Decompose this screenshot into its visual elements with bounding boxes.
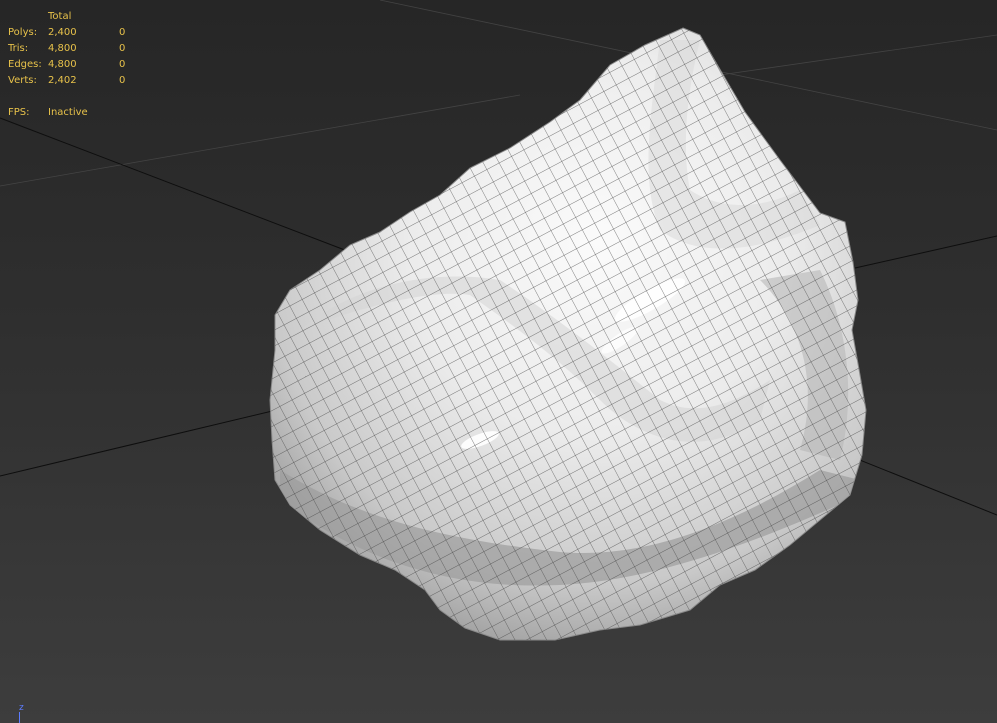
fps-label: FPS: <box>8 107 30 118</box>
axis-gizmo[interactable]: z <box>17 703 29 723</box>
z-axis-icon <box>19 712 20 723</box>
scene-canvas[interactable] <box>0 0 997 723</box>
stats-label: Verts: <box>8 75 37 86</box>
rock-mesh[interactable] <box>200 0 997 723</box>
fps-value: Inactive <box>48 107 88 118</box>
stats-label: Tris: <box>8 43 29 54</box>
stats-column-total: Total <box>48 11 72 22</box>
stats-selected: 0 <box>119 59 126 70</box>
stats-label: Edges: <box>8 59 42 70</box>
stats-total: 4,800 <box>48 43 77 54</box>
perspective-viewport[interactable]: Total Polys: 2,400 0 Tris: 4,800 0 Edges… <box>0 0 997 723</box>
stats-selected: 0 <box>119 27 126 38</box>
stats-total: 2,400 <box>48 27 77 38</box>
stats-label: Polys: <box>8 27 38 38</box>
stats-total: 4,800 <box>48 59 77 70</box>
rock-shading <box>270 28 866 640</box>
stats-total: 2,402 <box>48 75 77 86</box>
stats-selected: 0 <box>119 43 126 54</box>
stats-selected: 0 <box>119 75 126 86</box>
